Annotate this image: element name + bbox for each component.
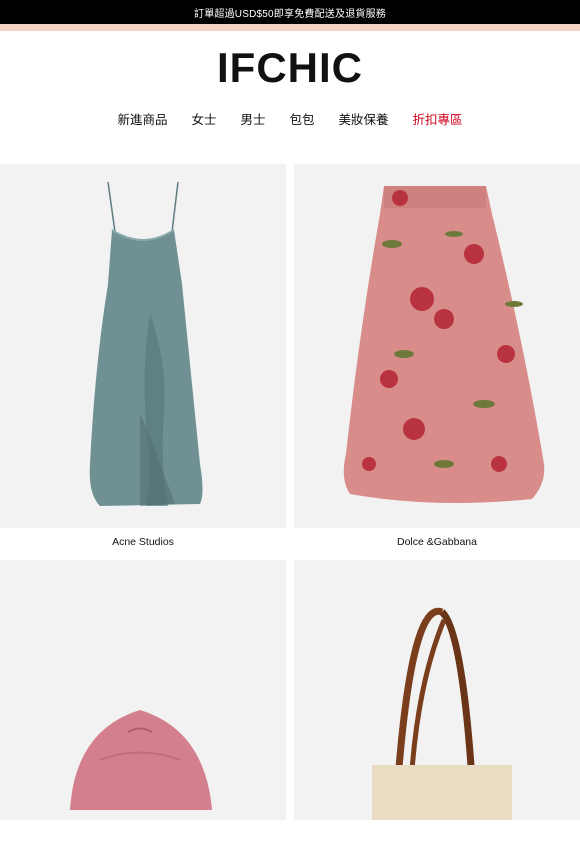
product-brand[interactable]: Acne Studios	[0, 528, 286, 556]
nav-item-sale[interactable]: 折扣專區	[413, 109, 463, 128]
main-nav: 新進商品 女士 男士 包包 美妝保養 折扣專區	[0, 104, 580, 132]
nav-item-bags[interactable]: 包包	[290, 109, 315, 128]
announcement-bar: 訂單超過USD$50即享免費配送及退貨服務	[0, 0, 580, 24]
product-card[interactable]	[294, 560, 580, 848]
product-brand[interactable]: Dolce &Gabbana	[294, 528, 580, 556]
nav-item-women[interactable]: 女士	[191, 109, 216, 128]
product-brand[interactable]	[0, 820, 286, 848]
product-card[interactable]: Acne Studios	[0, 164, 286, 556]
brand-logo[interactable]: IFCHIC	[0, 31, 580, 104]
accent-divider	[0, 24, 580, 31]
baseball-cap-image[interactable]	[0, 560, 286, 820]
product-card[interactable]	[0, 560, 286, 848]
nav-item-beauty[interactable]: 美妝保養	[339, 109, 389, 128]
slip-dress-image[interactable]	[0, 164, 286, 528]
nav-item-new-arrivals[interactable]: 新進商品	[117, 109, 167, 128]
tote-bag-image[interactable]	[294, 560, 580, 820]
announcement-text: 訂單超過USD$50即享免費配送及退貨服務	[194, 8, 386, 20]
product-card[interactable]: Dolce &Gabbana	[294, 164, 580, 556]
logo-text: IFCHIC	[217, 43, 363, 91]
product-brand[interactable]	[294, 820, 580, 848]
nav-item-men[interactable]: 男士	[240, 109, 265, 128]
floral-skirt-image[interactable]	[294, 164, 580, 528]
